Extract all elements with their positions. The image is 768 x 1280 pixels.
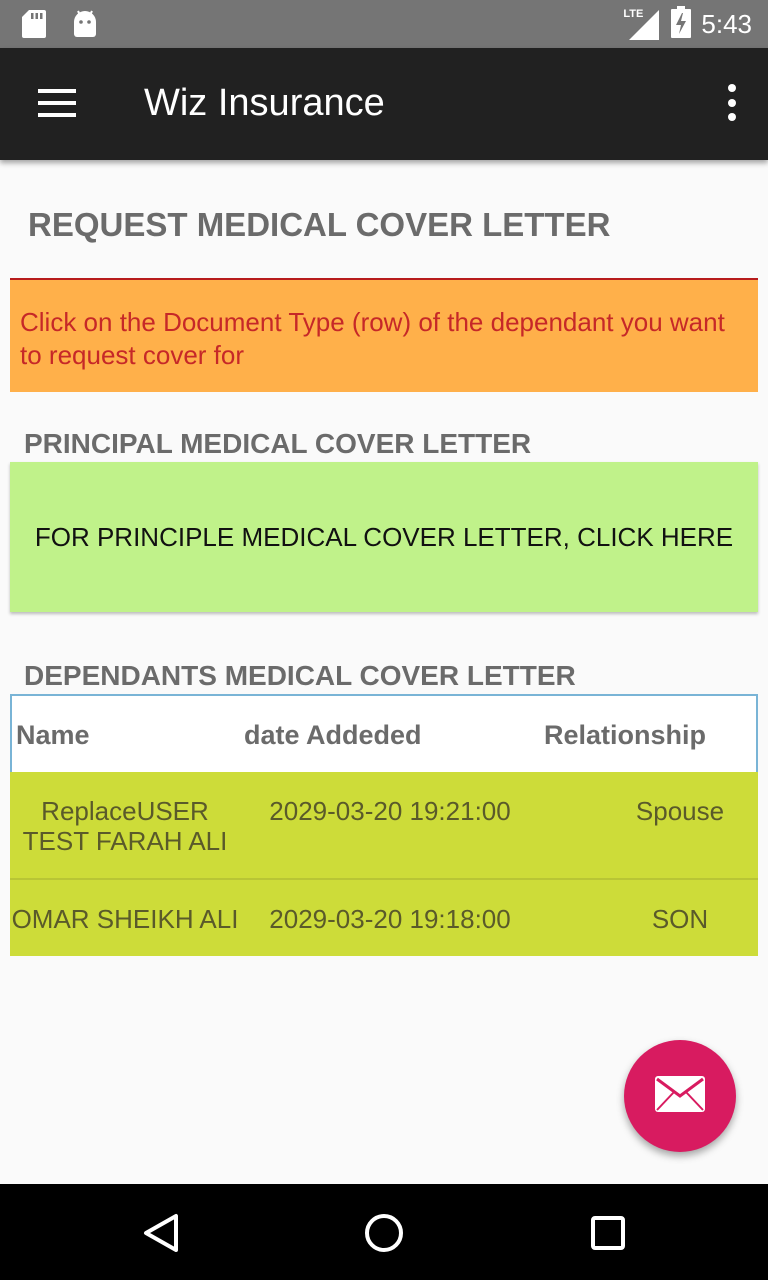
email-icon (655, 1075, 705, 1117)
back-icon[interactable] (136, 1208, 186, 1258)
home-icon[interactable] (359, 1208, 409, 1258)
column-header-date-added: date Addeded (244, 720, 422, 750)
status-bar: LTE 5:43 (0, 0, 768, 48)
app-bar: Wiz Insurance (0, 48, 768, 160)
sd-card-icon (22, 10, 46, 43)
principal-cover-letter-label: FOR PRINCIPLE MEDICAL COVER LETTER, CLIC… (34, 521, 734, 552)
menu-icon[interactable] (28, 84, 84, 124)
row-relationship: Spouse (635, 796, 725, 826)
lte-signal-icon: LTE (623, 6, 661, 42)
email-fab-button[interactable] (624, 1040, 736, 1152)
row-name: OMAR SHEIKH ALI (11, 904, 239, 934)
app-title: Wiz Insurance (144, 82, 385, 124)
row-relationship: SON (651, 904, 709, 934)
row-date-added: 2029-03-20 19:18:00 (269, 904, 511, 934)
overflow-menu-icon[interactable] (724, 84, 740, 124)
principal-section-heading: PRINCIPAL MEDICAL COVER LETTER (24, 428, 532, 459)
column-header-name: Name (16, 720, 90, 750)
recents-icon[interactable] (583, 1208, 633, 1258)
android-icon (72, 10, 98, 43)
navigation-bar (0, 1184, 768, 1280)
status-bar-notifications (22, 10, 98, 43)
dependants-table-header: Name date Addeded Relationship (10, 694, 758, 772)
row-date-added: 2029-03-20 19:21:00 (269, 796, 511, 826)
table-row[interactable]: OMAR SHEIKH ALI 2029-03-20 19:18:00 SON (10, 880, 758, 956)
status-time: 5:43 (701, 8, 752, 39)
instruction-notice: Click on the Document Type (row) of the … (10, 278, 758, 392)
battery-charging-icon (671, 5, 692, 43)
dependants-section-heading: DEPENDANTS MEDICAL COVER LETTER (24, 660, 576, 691)
column-header-relationship: Relationship (544, 720, 707, 750)
table-row[interactable]: ReplaceUSER TEST FARAH ALI 2029-03-20 19… (10, 772, 758, 878)
page-title: REQUEST MEDICAL COVER LETTER (28, 206, 611, 243)
principal-cover-letter-button[interactable]: FOR PRINCIPLE MEDICAL COVER LETTER, CLIC… (10, 462, 758, 612)
status-bar-system: LTE 5:43 (623, 5, 752, 43)
row-name: ReplaceUSER TEST FARAH ALI (22, 796, 228, 856)
